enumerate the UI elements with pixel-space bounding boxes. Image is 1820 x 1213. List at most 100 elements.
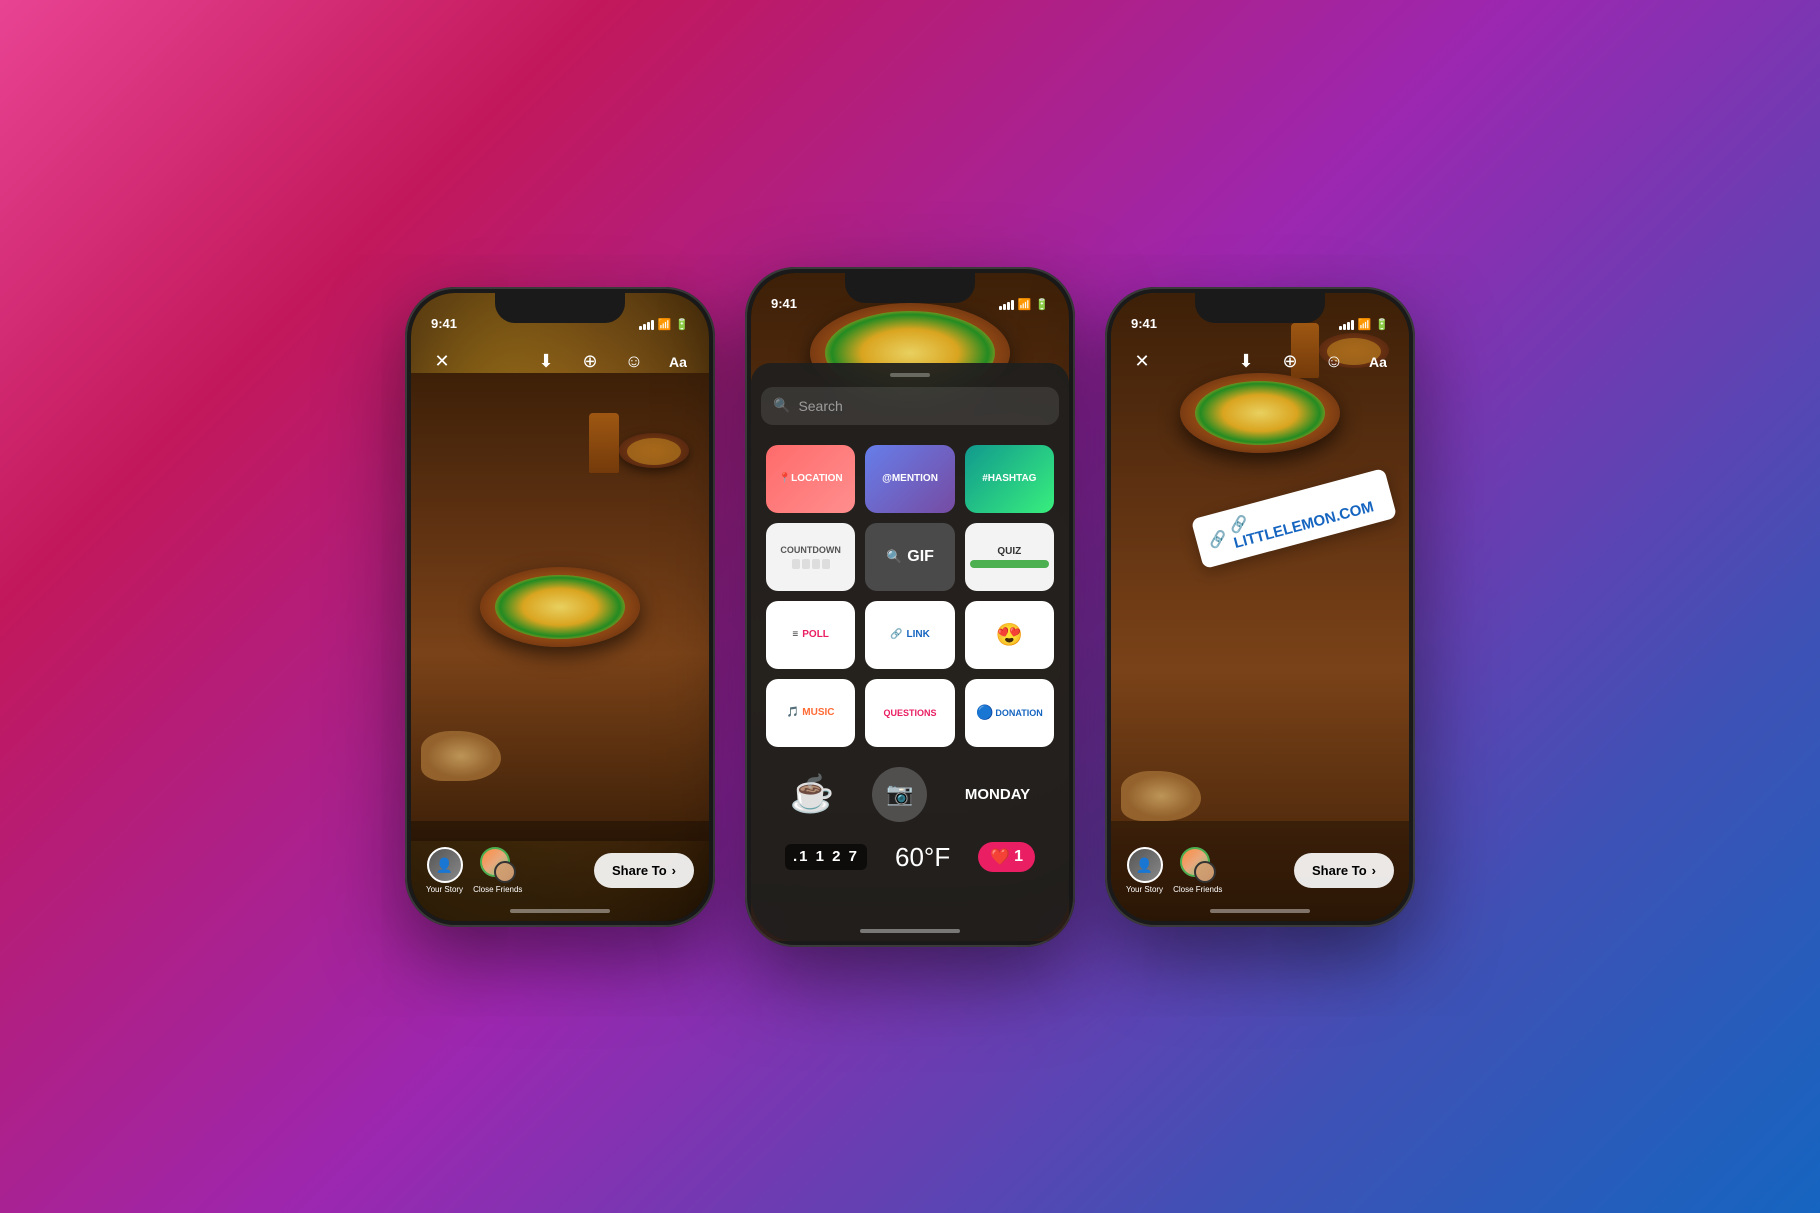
search-icon: 🔍 <box>773 397 790 414</box>
battery-icon: 🔋 <box>675 318 689 331</box>
sticker-emoji-label: 😍 <box>996 622 1023 648</box>
toolbar: ✕ ⬇ ⊕ ☺ Aa <box>411 337 709 387</box>
move-button[interactable]: ⊕ <box>574 346 606 378</box>
quiz-bar <box>970 560 1049 568</box>
signal-icon-middle <box>999 298 1014 310</box>
left-phone: 9:41 📶 🔋 ✕ ⬇ ⊕ ☺ <box>405 287 715 927</box>
sticker-hashtag-label: #HASHTAG <box>982 473 1036 484</box>
donation-icon: 🔵 <box>976 704 993 721</box>
search-icon-gif: 🔍 <box>886 549 902 565</box>
bottom-bar-right: 👤 Your Story Close Friends Share To › <box>1111 821 1409 921</box>
status-time-right: 9:41 <box>1131 316 1157 331</box>
sticker-music-label: MUSIC <box>802 707 834 718</box>
text-button[interactable]: Aa <box>662 346 694 378</box>
bottom-indicators: .1 1 2 7 60°F ❤️ 1 <box>761 842 1059 873</box>
toolbar-right-icons: ⬇ ⊕ ☺ Aa <box>1230 346 1394 378</box>
share-to-label: Share To <box>612 863 667 878</box>
countdown-bars <box>792 559 830 569</box>
sticker-donation[interactable]: 🔵 DONATION <box>965 679 1054 747</box>
status-time: 9:41 <box>431 316 457 331</box>
sticker-hashtag[interactable]: #HASHTAG <box>965 445 1054 513</box>
sticker-quiz[interactable]: QUIZ <box>965 523 1054 591</box>
monday-text: MONDAY <box>965 786 1030 803</box>
sticker-gif[interactable]: 🔍 GIF <box>865 523 954 591</box>
share-to-button-right[interactable]: Share To › <box>1294 853 1394 888</box>
sticker-mention-label: @MENTION <box>882 473 938 484</box>
toolbar-right: ⬇ ⊕ ☺ Aa <box>530 346 694 378</box>
close-friends-label: Close Friends <box>473 885 522 894</box>
share-to-label-right: Share To <box>1312 863 1367 878</box>
sticker-gif-label: GIF <box>907 548 934 566</box>
sticker-countdown[interactable]: COUNTDOWN <box>766 523 855 591</box>
share-to-arrow-right: › <box>1372 863 1376 878</box>
link-icon: 🔗 <box>890 629 902 640</box>
heart-badge[interactable]: ❤️ 1 <box>978 842 1035 872</box>
notch <box>495 293 625 323</box>
status-icons-middle: 📶 🔋 <box>999 298 1049 311</box>
temperature-value: 60°F <box>895 842 950 872</box>
your-story-avatar-right[interactable]: 👤 Your Story <box>1126 847 1163 894</box>
right-phone: 9:41 📶 🔋 ✕ ⬇ ⊕ ☺ <box>1105 287 1415 927</box>
move-button-right[interactable]: ⊕ <box>1274 346 1306 378</box>
emoji-button-right[interactable]: ☺ <box>1318 346 1350 378</box>
home-indicator-right <box>1210 909 1310 913</box>
wifi-icon-middle: 📶 <box>1018 298 1032 311</box>
bottom-sticker-row: ☕ 📷 MONDAY <box>761 762 1059 827</box>
sticker-countdown-label: COUNTDOWN <box>780 545 841 555</box>
status-time-middle: 9:41 <box>771 296 797 311</box>
camera-button[interactable]: 📷 <box>872 767 927 822</box>
close-button[interactable]: ✕ <box>426 346 458 378</box>
your-story-label: Your Story <box>426 885 463 894</box>
heart-icon: ❤️ <box>990 847 1010 867</box>
battery-icon-middle: 🔋 <box>1035 298 1049 311</box>
sticker-link[interactable]: 🔗 LINK <box>865 601 954 669</box>
download-button-right[interactable]: ⬇ <box>1230 346 1262 378</box>
sticker-panel: 🔍 Search 📍LOCATION @MENTION #HASH <box>751 363 1069 941</box>
close-friends-label-right: Close Friends <box>1173 885 1222 894</box>
your-story-label-right: Your Story <box>1126 885 1163 894</box>
notch <box>845 273 975 303</box>
panel-handle <box>890 373 930 377</box>
wifi-icon: 📶 <box>658 318 672 331</box>
search-placeholder: Search <box>798 398 842 414</box>
counter-display: .1 1 2 7 <box>785 844 867 870</box>
signal-icon <box>639 318 654 330</box>
sticker-music[interactable]: 🎵 MUSIC <box>766 679 855 747</box>
close-button-right[interactable]: ✕ <box>1126 346 1158 378</box>
text-button-right[interactable]: Aa <box>1362 346 1394 378</box>
sticker-donation-label: DONATION <box>995 708 1042 718</box>
share-to-button[interactable]: Share To › <box>594 853 694 888</box>
sticker-quiz-label: QUIZ <box>997 546 1021 557</box>
sticker-search[interactable]: 🔍 Search <box>761 387 1059 425</box>
your-story-avatar[interactable]: 👤 Your Story <box>426 847 463 894</box>
temperature-display: 60°F <box>895 842 950 873</box>
emoji-button[interactable]: ☺ <box>618 346 650 378</box>
sticker-link-label: LINK <box>907 629 930 640</box>
camera-icon: 📷 <box>886 781 913 807</box>
share-to-arrow: › <box>672 863 676 878</box>
sticker-mention[interactable]: @MENTION <box>865 445 954 513</box>
home-indicator <box>510 909 610 913</box>
sticker-location[interactable]: 📍LOCATION <box>766 445 855 513</box>
signal-icon-right <box>1339 318 1354 330</box>
sticker-grid: 📍LOCATION @MENTION #HASHTAG COUNTDOWN <box>761 440 1059 752</box>
close-friends-avatar[interactable]: Close Friends <box>473 847 522 894</box>
poll-icon: ≡ <box>792 629 798 640</box>
wifi-icon-right: 📶 <box>1358 318 1372 331</box>
monday-emoji-sticker[interactable]: ☕ <box>790 773 835 815</box>
sticker-questions-label: QUESTIONS <box>883 708 936 718</box>
middle-phone: 9:41 📶 🔋 🔍 Sear <box>745 267 1075 947</box>
bottom-bar: 👤 Your Story Close Friends Share To › <box>411 821 709 921</box>
notch-right <box>1195 293 1325 323</box>
sticker-questions[interactable]: QUESTIONS <box>865 679 954 747</box>
sticker-location-label: 📍LOCATION <box>779 473 843 484</box>
heart-count: 1 <box>1014 848 1023 866</box>
sticker-emoji-reaction[interactable]: 😍 <box>965 601 1054 669</box>
status-icons-right: 📶 🔋 <box>1339 318 1389 331</box>
link-sticker-icon: 🔗 <box>1207 527 1230 549</box>
download-button[interactable]: ⬇ <box>530 346 562 378</box>
sticker-poll[interactable]: ≡ POLL <box>766 601 855 669</box>
monday-text-sticker[interactable]: MONDAY <box>965 786 1030 803</box>
close-friends-avatar-right[interactable]: Close Friends <box>1173 847 1222 894</box>
toolbar-right: ✕ ⬇ ⊕ ☺ Aa <box>1111 337 1409 387</box>
